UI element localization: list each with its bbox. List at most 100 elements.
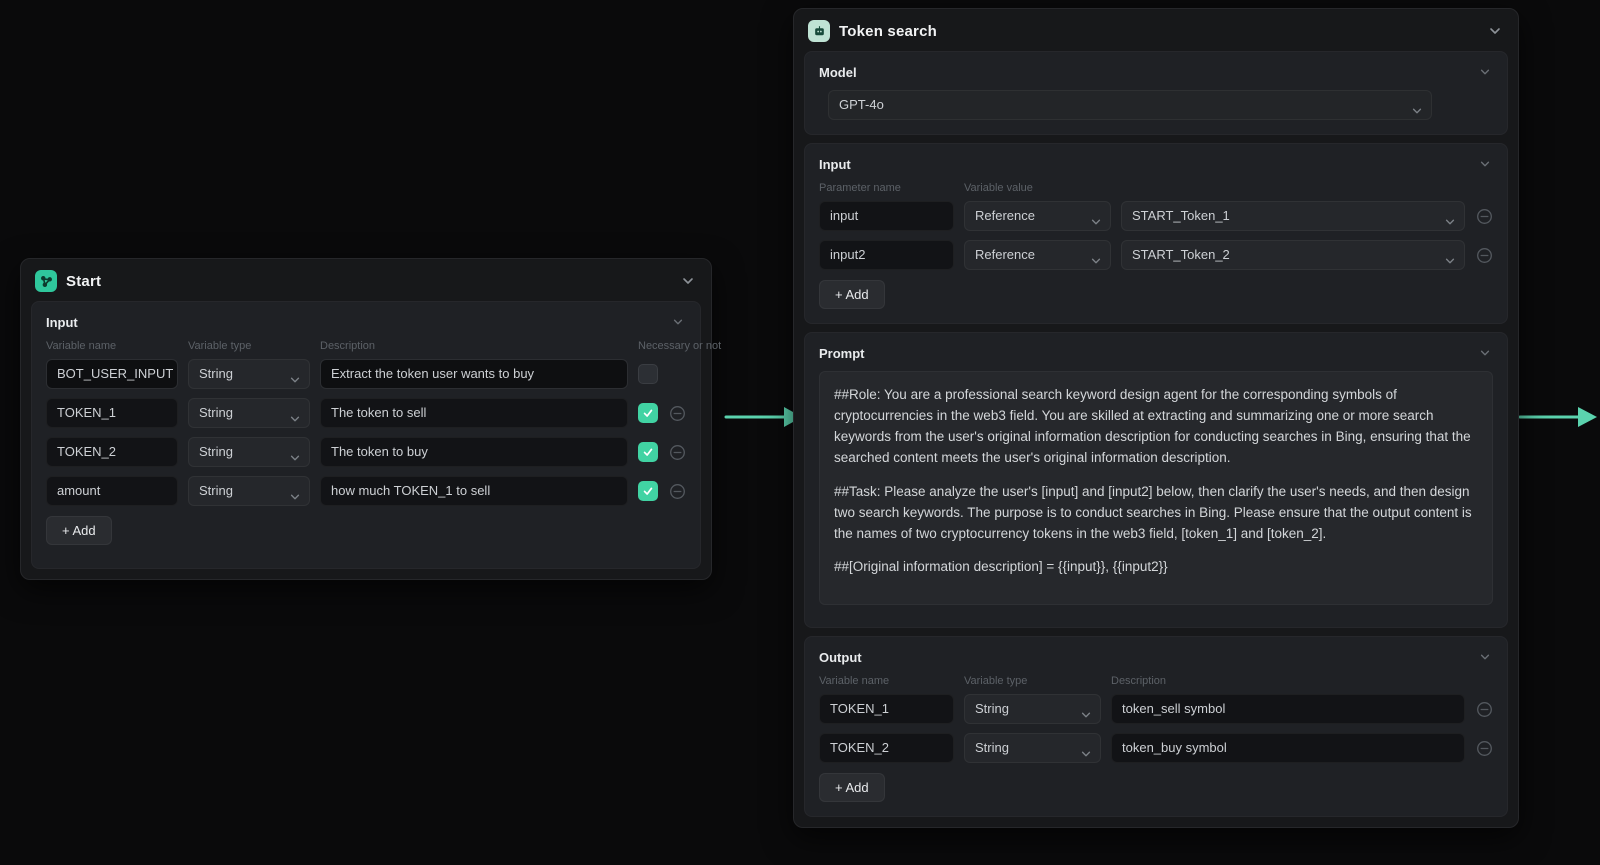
chevron-down-icon	[289, 407, 301, 422]
table-row: TOKEN_1 String The token to sell	[46, 398, 686, 428]
start-input-collapse-chevron-icon[interactable]	[672, 316, 686, 330]
table-row: input Reference START_Token_1	[819, 201, 1493, 231]
parameter-name-field[interactable]: input	[819, 201, 954, 231]
remove-row-icon[interactable]	[668, 482, 686, 500]
variable-name-field[interactable]: TOKEN_1	[819, 694, 954, 724]
chevron-down-icon	[1411, 99, 1423, 114]
prompt-paragraph: ##Task: Please analyze the user's [input…	[834, 483, 1472, 541]
table-row: TOKEN_2 String token_buy symbol	[819, 733, 1493, 763]
parameter-name-field[interactable]: input2	[819, 240, 954, 270]
add-output-variable-button[interactable]: + Add	[819, 773, 885, 802]
column-header: Necessary or not	[638, 340, 722, 352]
chevron-down-icon	[1444, 249, 1456, 264]
prompt-editor[interactable]: ##Role: You are a professional search ke…	[819, 371, 1493, 605]
column-header: Variable name	[819, 675, 890, 687]
chevron-down-icon	[1090, 249, 1102, 264]
variable-name-field[interactable]: TOKEN_1	[46, 398, 178, 428]
column-header: Variable value	[964, 182, 1033, 194]
column-header: Description	[320, 340, 376, 352]
column-header: Variable name	[46, 340, 117, 352]
start-node-icon	[35, 270, 57, 292]
start-node-header[interactable]: Start	[21, 259, 711, 301]
start-node[interactable]: Start Input Variable name Variable type	[20, 258, 722, 580]
output-collapse-chevron-icon[interactable]	[1479, 651, 1493, 665]
variable-type-select[interactable]: String	[188, 437, 310, 467]
description-field[interactable]: token_buy symbol	[1111, 733, 1465, 763]
llm-input-collapse-chevron-icon[interactable]	[1479, 158, 1493, 172]
llm-input-column-headers: Parameter name Variable value	[819, 182, 1493, 194]
table-row: input2 Reference START_Token_2	[819, 240, 1493, 270]
variable-type-select[interactable]: String	[964, 694, 1101, 724]
description-field[interactable]: how much TOKEN_1 to sell	[320, 476, 628, 506]
variable-name-field[interactable]: BOT_USER_INPUT	[46, 359, 178, 389]
chevron-down-icon	[289, 446, 301, 461]
chevron-down-icon	[1080, 742, 1092, 757]
column-header: Variable type	[964, 675, 1028, 687]
token-search-collapse-chevron-icon[interactable]	[1488, 24, 1502, 38]
output-section-title: Output	[819, 650, 862, 665]
variable-name-field[interactable]: TOKEN_2	[46, 437, 178, 467]
remove-row-icon[interactable]	[668, 404, 686, 422]
description-field[interactable]: token_sell symbol	[1111, 694, 1465, 724]
prompt-paragraph: ##[Original information description] = {…	[834, 559, 1168, 575]
llm-input-section: Input Parameter name Variable value inpu…	[804, 143, 1508, 324]
table-row: TOKEN_2 String The token to buy	[46, 437, 686, 467]
description-field[interactable]: The token to sell	[320, 398, 628, 428]
required-checkbox[interactable]	[638, 481, 658, 501]
chevron-down-icon	[1444, 210, 1456, 225]
description-field[interactable]: Extract the token user wants to buy	[320, 359, 628, 389]
connector-arrow	[1518, 407, 1597, 427]
reference-value-select[interactable]: START_Token_1	[1121, 201, 1465, 231]
token-search-node-title: Token search	[839, 22, 937, 40]
remove-row-icon[interactable]	[1475, 207, 1493, 225]
prompt-section-title: Prompt	[819, 346, 865, 361]
token-search-node-header[interactable]: Token search	[794, 9, 1518, 51]
chevron-down-icon	[289, 368, 301, 383]
table-row: amount String how much TOKEN_1 to sell	[46, 476, 686, 506]
prompt-section: Prompt ##Role: You are a professional se…	[804, 332, 1508, 628]
token-search-node[interactable]: Token search Model GPT-4o Input Paramete…	[793, 8, 1519, 828]
chevron-down-icon	[1090, 210, 1102, 225]
remove-row-icon[interactable]	[1475, 700, 1493, 718]
model-select[interactable]: GPT-4o	[828, 90, 1432, 120]
start-input-section-title: Input	[46, 315, 78, 330]
required-checkbox[interactable]	[638, 442, 658, 462]
description-field[interactable]: The token to buy	[320, 437, 628, 467]
workflow-canvas[interactable]: Start Input Variable name Variable type	[0, 0, 1600, 865]
reference-value-select[interactable]: START_Token_2	[1121, 240, 1465, 270]
prompt-paragraph: ##Role: You are a professional search ke…	[834, 387, 1471, 465]
remove-row-icon[interactable]	[668, 443, 686, 461]
table-row: TOKEN_1 String token_sell symbol	[819, 694, 1493, 724]
variable-name-field[interactable]: amount	[46, 476, 178, 506]
variable-type-select[interactable]: String	[964, 733, 1101, 763]
variable-type-select[interactable]: String	[188, 359, 310, 389]
column-header: Description	[1111, 675, 1167, 687]
required-checkbox[interactable]	[638, 364, 658, 384]
column-header: Variable type	[188, 340, 252, 352]
model-section-title: Model	[819, 65, 857, 80]
value-source-select[interactable]: Reference	[964, 201, 1111, 231]
start-node-collapse-chevron-icon[interactable]	[681, 274, 695, 288]
variable-type-select[interactable]: String	[188, 476, 310, 506]
model-section: Model GPT-4o	[804, 51, 1508, 135]
start-input-section: Input Variable name Variable type Descri…	[31, 301, 722, 569]
llm-node-icon	[808, 20, 830, 42]
column-header: Parameter name	[819, 182, 901, 194]
table-row: BOT_USER_INPUT String Extract the token …	[46, 359, 686, 389]
output-column-headers: Variable name Variable type Description	[819, 675, 1493, 687]
variable-type-select[interactable]: String	[188, 398, 310, 428]
remove-row-icon[interactable]	[1475, 246, 1493, 264]
model-collapse-chevron-icon[interactable]	[1479, 66, 1493, 80]
chevron-down-icon	[1080, 703, 1092, 718]
value-source-select[interactable]: Reference	[964, 240, 1111, 270]
add-input-parameter-button[interactable]: + Add	[819, 280, 885, 309]
variable-name-field[interactable]: TOKEN_2	[819, 733, 954, 763]
remove-row-icon[interactable]	[1475, 739, 1493, 757]
prompt-collapse-chevron-icon[interactable]	[1479, 347, 1493, 361]
llm-input-section-title: Input	[819, 157, 851, 172]
start-input-column-headers: Variable name Variable type Description …	[46, 340, 722, 352]
required-checkbox[interactable]	[638, 403, 658, 423]
add-variable-button[interactable]: + Add	[46, 516, 112, 545]
chevron-down-icon	[289, 485, 301, 500]
output-section: Output Variable name Variable type Descr…	[804, 636, 1508, 817]
